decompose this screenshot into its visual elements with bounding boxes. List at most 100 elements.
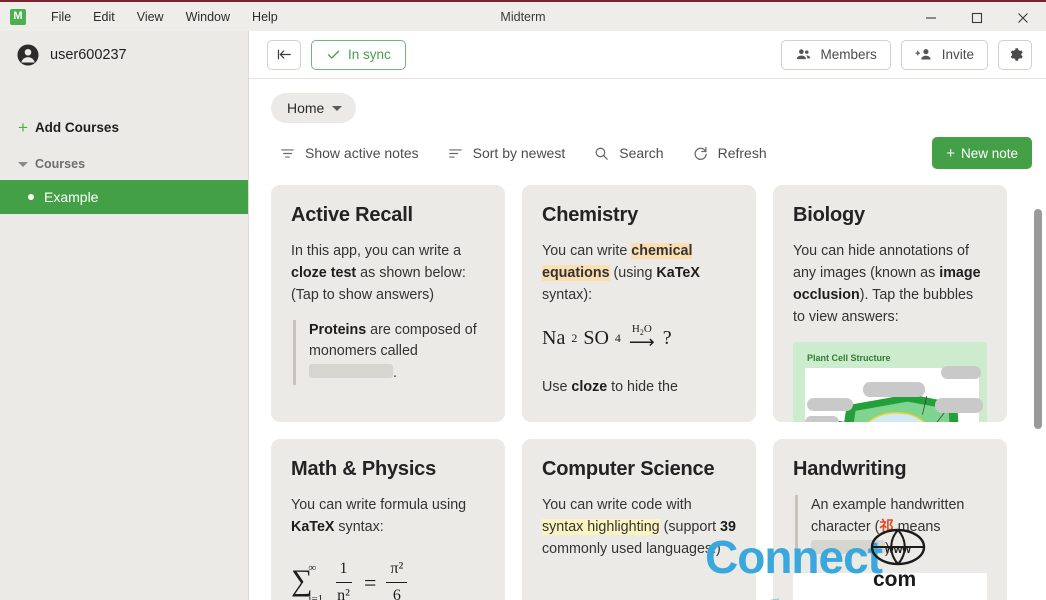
- note-card-chemistry[interactable]: Chemistry You can write chemical equatio…: [522, 185, 756, 422]
- close-button[interactable]: [1000, 2, 1046, 33]
- quote-bold: Proteins: [309, 321, 367, 338]
- occlusion-bubble[interactable]: [941, 366, 981, 380]
- note-title: Active Recall: [291, 204, 413, 226]
- occlusion-bubble[interactable]: [863, 382, 925, 398]
- note-card-computer-science[interactable]: Computer Science You can write code with…: [522, 439, 756, 600]
- courses-group-header[interactable]: Courses: [0, 148, 248, 180]
- menu-bar: File Edit View Window Help: [40, 6, 289, 28]
- note-text-1: You can write code with: [542, 497, 692, 513]
- note-bold-katex: KaTeX: [656, 264, 700, 281]
- sidebar-item-example[interactable]: Example: [0, 180, 248, 214]
- breadcrumb: Home: [249, 79, 1046, 123]
- eq-mid: SO: [583, 326, 609, 349]
- scrollbar-thumb[interactable]: [1034, 209, 1042, 429]
- occlusion-bubble[interactable]: [935, 398, 983, 414]
- courses-group-label: Courses: [35, 157, 86, 171]
- search-label: Search: [619, 145, 664, 161]
- quote-text-2: means: [893, 518, 941, 535]
- note-text-1: You can write: [542, 243, 632, 259]
- sidebar-item-label: Example: [44, 189, 99, 205]
- eq-right: ?: [662, 326, 672, 349]
- menu-item-help[interactable]: Help: [241, 6, 289, 28]
- eq-sub-2: 4: [614, 330, 621, 345]
- maximize-button[interactable]: [954, 2, 1000, 33]
- numerator: 1: [335, 557, 352, 584]
- menu-item-window[interactable]: Window: [175, 6, 241, 28]
- vertical-scrollbar[interactable]: [1033, 169, 1043, 600]
- occlusion-bubble[interactable]: [807, 398, 853, 412]
- menu-item-file[interactable]: File: [40, 6, 82, 28]
- equals-sign: =: [363, 569, 377, 595]
- invite-label: Invite: [941, 47, 974, 62]
- fraction-pi-squared-over-six: π² 6: [386, 557, 408, 600]
- breadcrumb-home-chip[interactable]: Home: [271, 93, 357, 123]
- sync-status-label: In sync: [348, 47, 391, 62]
- cloze-blank[interactable]: [309, 364, 393, 379]
- note-quote: An example handwritten character (祁 mean…: [795, 495, 987, 561]
- add-courses-button[interactable]: + Add Courses: [0, 107, 248, 148]
- image-caption: Plant Cell Structure: [807, 353, 891, 364]
- sigma-glyph: ∑: [291, 563, 313, 597]
- members-button[interactable]: Members: [781, 39, 891, 70]
- summation: ∑ ∞ i=1: [291, 558, 323, 600]
- cloze-blank[interactable]: [811, 539, 885, 554]
- sync-status-button[interactable]: In sync: [311, 39, 406, 70]
- collapse-sidebar-button[interactable]: [267, 39, 301, 70]
- quote-end: .: [393, 365, 397, 382]
- app-icon: M: [10, 8, 26, 25]
- new-note-button[interactable]: + New note: [932, 137, 1032, 169]
- note-card-active-recall[interactable]: Active Recall In this app, you can write…: [271, 185, 505, 422]
- handwriting-canvas[interactable]: [793, 572, 987, 600]
- note-card-biology[interactable]: Biology You can hide annotations of any …: [773, 185, 1007, 422]
- note-body: You can write code with syntax highlight…: [542, 495, 736, 561]
- collapse-sidebar-icon: [277, 49, 291, 60]
- maximize-icon: [971, 12, 983, 23]
- show-active-notes-button[interactable]: Show active notes: [271, 139, 431, 168]
- user-profile[interactable]: user600237: [0, 31, 248, 79]
- note-card-math-physics[interactable]: Math & Physics You can write formula usi…: [271, 439, 505, 600]
- note-body: You can hide annotations of any images (…: [793, 241, 987, 328]
- minimize-button[interactable]: [908, 2, 954, 33]
- gear-icon: [1010, 48, 1023, 61]
- note-title: Math & Physics: [291, 458, 437, 480]
- menu-item-view[interactable]: View: [126, 6, 175, 28]
- window-controls: [908, 2, 1046, 33]
- dot-icon: [28, 194, 34, 200]
- search-icon: [595, 147, 609, 160]
- arrow-glyph: ⟶: [628, 332, 655, 353]
- close-icon: [1018, 12, 1028, 23]
- refresh-icon: [694, 146, 707, 160]
- note-text-2: syntax:: [334, 518, 384, 535]
- invite-button[interactable]: Invite: [900, 39, 988, 70]
- plant-cell-image[interactable]: Plant Cell Structure: [793, 342, 987, 422]
- search-button[interactable]: Search: [585, 139, 675, 168]
- sort-by-newest-button[interactable]: Sort by newest: [439, 139, 578, 168]
- check-icon: [327, 50, 340, 59]
- note-body: An example handwritten character (祁 mean…: [793, 495, 987, 561]
- note-body: You can write formula using KaTeX syntax…: [291, 495, 485, 600]
- note-title: Chemistry: [542, 204, 639, 226]
- note-text-1: In this app, you can write a: [291, 243, 462, 259]
- denominator: n²: [337, 587, 350, 600]
- note-card-handwriting[interactable]: Handwriting An example handwritten chara…: [773, 439, 1007, 600]
- person-add-icon: [915, 49, 931, 60]
- note-text-3: syntax):: [542, 286, 593, 303]
- sort-icon: [448, 148, 462, 158]
- footer-text-2: to hide the: [607, 379, 678, 396]
- menu-item-edit[interactable]: Edit: [82, 6, 126, 28]
- plus-icon: +: [946, 144, 955, 162]
- filter-list-icon: [281, 148, 294, 158]
- note-body: In this app, you can write a cloze test …: [291, 241, 485, 386]
- occlusion-bubble[interactable]: [805, 416, 839, 422]
- people-icon: [797, 49, 811, 60]
- math-equation: ∑ ∞ i=1 1 n² = π² 6: [291, 557, 485, 600]
- notes-scroll-area[interactable]: Active Recall In this app, you can write…: [249, 169, 1046, 600]
- show-active-notes-label: Show active notes: [305, 145, 419, 161]
- refresh-button[interactable]: Refresh: [684, 139, 779, 168]
- eq-left: Na: [542, 326, 566, 349]
- note-text-1: You can write formula using: [291, 497, 467, 513]
- app-shell: user600237 + Add Courses Courses Example: [0, 31, 1046, 600]
- members-label: Members: [820, 47, 877, 62]
- quote-text-3: ): [885, 540, 890, 557]
- settings-button[interactable]: [998, 39, 1032, 70]
